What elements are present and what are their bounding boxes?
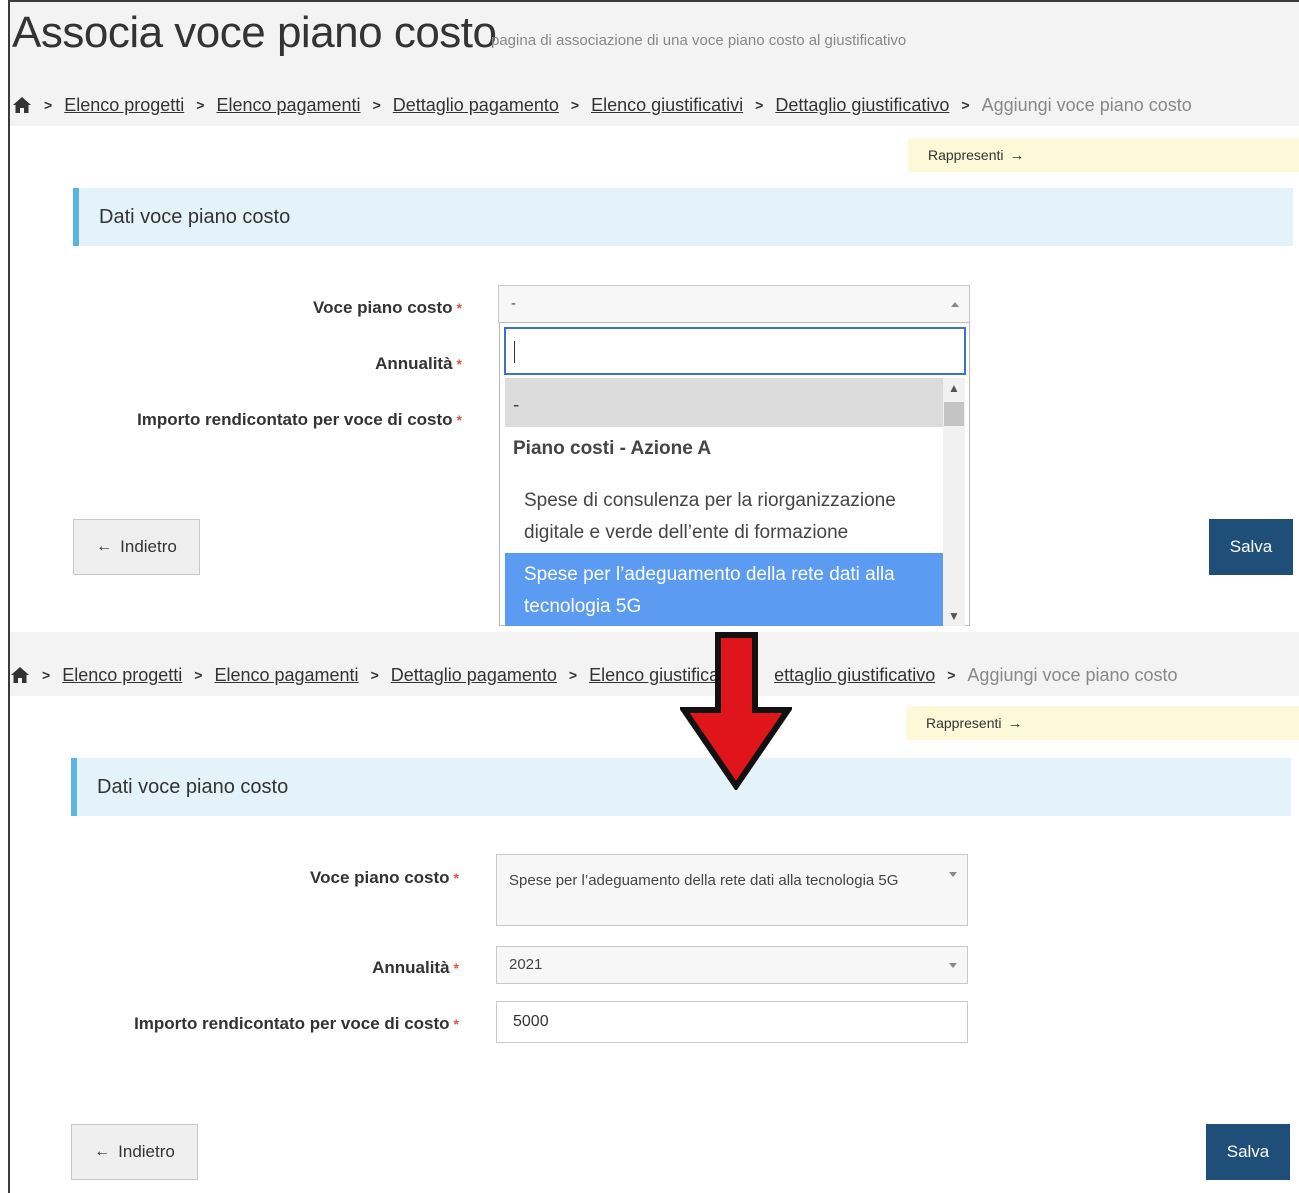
breadcrumb-elenco-progetti[interactable]: Elenco progetti (62, 665, 182, 686)
arrow-right-icon: → (1009, 146, 1025, 164)
dropdown-search-input[interactable] (504, 327, 966, 375)
arrow-left-icon: ← (94, 1143, 111, 1160)
annualita-select[interactable]: 2021 (496, 946, 968, 984)
big-red-down-arrow-icon (680, 632, 792, 790)
section-title: Dati voce piano costo (99, 205, 291, 228)
breadcrumb-dettaglio-giustificativo[interactable]: Dettaglio giustificativo (775, 95, 949, 116)
breadcrumb-dettaglio-giustificativo[interactable]: ettaglio giustificativo (774, 665, 935, 686)
breadcrumb: > Elenco progetti > Elenco pagamenti > D… (10, 660, 1178, 690)
voce-piano-costo-select[interactable]: - (498, 285, 970, 323)
annualita-label: Annualità * (372, 958, 459, 978)
required-mark: * (456, 412, 462, 428)
dropdown-options: - Piano costi - Azione A Spese di consul… (505, 378, 943, 626)
dropdown-option-empty[interactable]: - (505, 378, 943, 427)
rappresenti-label: Rappresenti (928, 147, 1004, 163)
dropdown-option-5g[interactable]: Spese per l’adeguamento della rete dati … (505, 553, 943, 626)
chevron-right-icon: > (961, 97, 970, 113)
required-mark: * (456, 300, 462, 316)
scroll-up-icon[interactable]: ▲ (948, 381, 960, 395)
chevron-up-icon (951, 302, 959, 307)
back-button[interactable]: ← Indietro (71, 1124, 198, 1180)
chevron-right-icon: > (568, 667, 578, 683)
breadcrumb-elenco-pagamenti[interactable]: Elenco pagamenti (214, 665, 358, 686)
importo-label-text: Importo rendicontato per voce di costo (134, 1014, 450, 1033)
home-icon[interactable] (12, 96, 32, 114)
page-header: Associa voce piano costo pagina di assoc… (10, 2, 1299, 126)
annualita-label-text: Annualità (372, 958, 450, 977)
breadcrumb-dettaglio-pagamento[interactable]: Dettaglio pagamento (393, 95, 559, 116)
chevron-right-icon: > (196, 97, 205, 113)
save-label: Salva (1226, 1142, 1270, 1161)
dropdown-group-label: Piano costi - Azione A (505, 438, 943, 460)
importo-label: Importo rendicontato per voce di costo * (134, 1014, 459, 1034)
annualita-label: Annualità * (375, 354, 462, 374)
breadcrumb-elenco-giustificativi[interactable]: Elenco giustificativi (591, 95, 743, 116)
home-icon[interactable] (10, 666, 30, 684)
page-title: Associa voce piano costo (12, 8, 497, 58)
save-button[interactable]: Salva (1206, 1124, 1290, 1180)
required-mark: * (456, 356, 462, 372)
breadcrumb-current: Aggiungi voce piano costo (981, 94, 1192, 115)
section-title-bar: Dati voce piano costo (73, 188, 1293, 246)
breadcrumb: > Elenco progetti > Elenco pagamenti > D… (12, 90, 1192, 120)
dropdown-scrollbar[interactable]: ▲ ▼ (943, 378, 965, 626)
back-label: Indietro (120, 537, 177, 556)
chevron-right-icon: > (194, 667, 203, 683)
page-title-text: Associa voce piano costo (12, 8, 497, 57)
option-consulenza-text: Spese di consulenza per la riorganizzazi… (524, 490, 896, 543)
required-mark: * (453, 1016, 459, 1032)
voce-label-text: Voce piano costo (313, 298, 453, 317)
required-mark: * (453, 960, 459, 976)
importo-label-text: Importo rendicontato per voce di costo (137, 410, 453, 429)
option-empty-text: - (513, 395, 520, 416)
importo-label: Importo rendicontato per voce di costo * (137, 410, 462, 430)
save-label: Salva (1229, 537, 1273, 556)
rappresenti-label: Rappresenti (926, 715, 1002, 731)
voce-select-value: Spese per l’adeguamento della rete dati … (509, 872, 899, 889)
step2-panel: > Elenco progetti > Elenco pagamenti > D… (10, 632, 1299, 1193)
chevron-right-icon: > (570, 97, 580, 113)
back-label: Indietro (118, 1142, 175, 1161)
section-title: Dati voce piano costo (97, 775, 289, 798)
text-cursor (514, 341, 515, 363)
importo-input-value: 5000 (513, 1013, 549, 1030)
breadcrumb-elenco-pagamenti[interactable]: Elenco pagamenti (216, 95, 360, 116)
annualita-select-value: 2021 (509, 956, 543, 973)
voce-select-value: - (511, 295, 516, 312)
annualita-label-text: Annualità (375, 354, 453, 373)
importo-input[interactable]: 5000 (496, 1001, 968, 1043)
voce-dropdown: - Piano costi - Azione A Spese di consul… (499, 322, 970, 626)
step1-panel: Associa voce piano costo pagina di assoc… (10, 2, 1299, 632)
required-mark: * (453, 870, 459, 886)
back-button[interactable]: ← Indietro (73, 519, 200, 575)
chevron-down-icon (949, 963, 957, 968)
chevron-down-icon (949, 872, 957, 877)
dropdown-option-consulenza[interactable]: Spese di consulenza per la riorganizzazi… (505, 482, 943, 550)
chevron-right-icon: > (42, 667, 51, 683)
chevron-right-icon: > (372, 97, 381, 113)
arrow-left-icon: ← (96, 538, 113, 555)
breadcrumb-dettaglio-pagamento[interactable]: Dettaglio pagamento (391, 665, 557, 686)
voce-label-text: Voce piano costo (310, 868, 450, 887)
chevron-right-icon: > (755, 97, 764, 113)
breadcrumb-current: Aggiungi voce piano costo (967, 664, 1178, 685)
voce-piano-costo-select[interactable]: Spese per l’adeguamento della rete dati … (496, 854, 968, 926)
voce-piano-costo-label: Voce piano costo * (313, 298, 462, 318)
voce-piano-costo-label: Voce piano costo * (310, 868, 459, 888)
rappresenti-button[interactable]: Rappresenti → (908, 138, 1299, 172)
option-5g-text: Spese per l’adeguamento della rete dati … (524, 564, 895, 617)
scrollbar-thumb[interactable] (944, 402, 964, 426)
save-button[interactable]: Salva (1209, 519, 1293, 575)
breadcrumb-elenco-progetti[interactable]: Elenco progetti (64, 95, 184, 116)
group-label-text: Piano costi - Azione A (513, 438, 712, 459)
scroll-down-icon[interactable]: ▼ (948, 609, 960, 623)
chevron-right-icon: > (44, 97, 53, 113)
arrow-right-icon: → (1007, 714, 1023, 732)
chevron-right-icon: > (947, 667, 956, 683)
page-subtitle: pagina di associazione di una voce piano… (491, 32, 907, 49)
rappresenti-button[interactable]: Rappresenti → (906, 706, 1299, 740)
chevron-right-icon: > (370, 667, 379, 683)
